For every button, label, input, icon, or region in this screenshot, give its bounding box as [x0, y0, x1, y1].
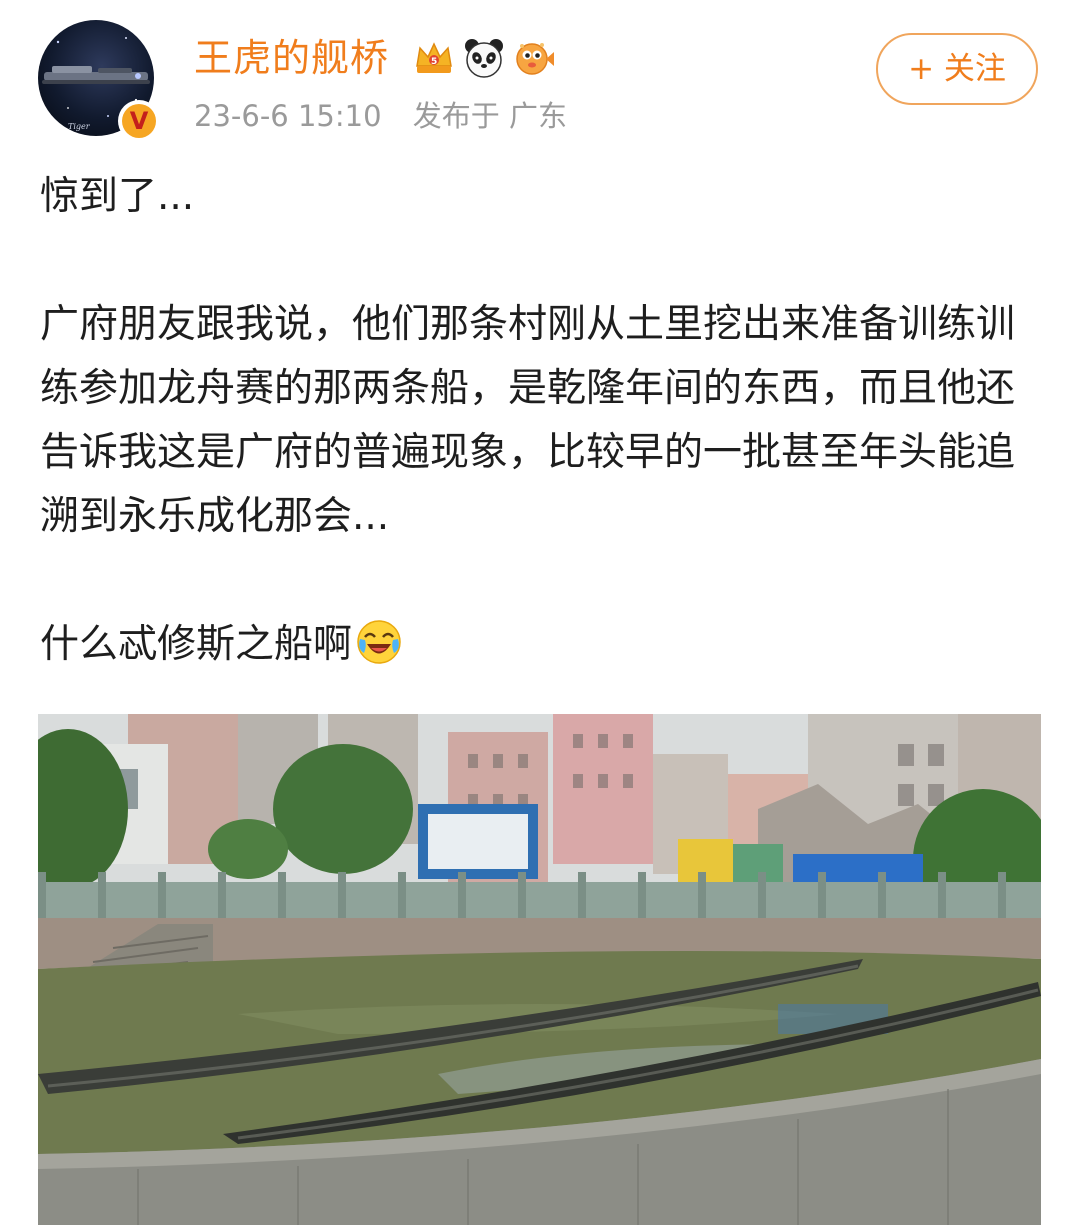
- author-badges: 5: [412, 36, 556, 80]
- post-location: 发布于 广东: [412, 99, 567, 133]
- post-paragraph: 惊到了...: [40, 174, 195, 219]
- panda-badge-icon[interactable]: [462, 36, 506, 80]
- svg-text:5: 5: [431, 57, 437, 67]
- svg-text:Tiger: Tiger: [68, 122, 91, 131]
- post-meta: 23-6-6 15:10 发布于 广东: [194, 96, 567, 136]
- author-name[interactable]: 王虎的舰桥: [194, 34, 389, 82]
- post-time: 23-6-6 15:10: [194, 99, 382, 133]
- post-paragraph: 广府朋友跟我说，他们那条村刚从土里挖出来准备训练训练参加龙舟赛的那两条船，是乾隆…: [40, 302, 1016, 539]
- crown-badge-icon[interactable]: 5: [412, 36, 456, 80]
- post-paragraph-last: 什么忒修斯之船啊: [40, 613, 1040, 677]
- post-paragraph-text: 什么忒修斯之船啊: [40, 622, 353, 667]
- laughing-crying-emoji-icon: [356, 619, 402, 665]
- follow-button[interactable]: + 关注: [876, 33, 1038, 105]
- post-content: 惊到了... 广府朋友跟我说，他们那条村刚从土里挖出来准备训练训练参加龙舟赛的那…: [40, 165, 1040, 677]
- weibo-post: Tiger V 王虎的舰桥 5 23-6-6 15:10 发布于 广东 + 关注…: [0, 0, 1080, 1225]
- pufferfish-badge-icon[interactable]: [512, 36, 556, 80]
- verified-badge-icon: V: [118, 100, 160, 142]
- post-image[interactable]: [38, 714, 1041, 1225]
